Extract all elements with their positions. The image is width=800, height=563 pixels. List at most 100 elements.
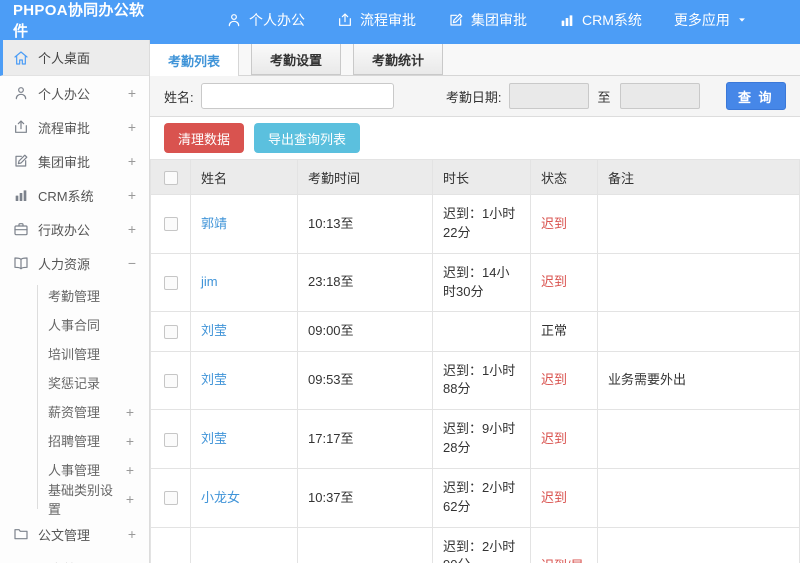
sidebar-item-label: 行政办公 [38,222,91,238]
sidebar-item[interactable]: 人力资源 − [0,246,149,280]
sidebar-item-label: CRM系统 [38,188,94,204]
row-checkbox[interactable] [163,217,178,232]
row-checkbox-cell [150,409,191,469]
sidebar-subitem-label: 奖惩记录 [48,376,101,391]
briefcase-icon [13,221,29,237]
clear-data-button[interactable]: 清理数据 [164,123,245,153]
flow-icon [337,12,353,28]
status-cell: 迟到 [530,252,598,313]
sidebar-item-label: 人力资源 [38,256,91,272]
nav-item[interactable]: 流程审批 [337,10,416,30]
row-checkbox-cell [150,311,191,352]
sidebar-subitem[interactable]: 招聘管理 + [0,426,149,455]
time-cell: 09:00至 [297,311,433,352]
expand-toggle[interactable]: + [128,526,136,542]
attendance-table: 姓名 考勤时间 时长 状态 备注 郭靖 10:13至 迟到：1小时22分 迟到 jim 2… [150,159,800,563]
expand-toggle[interactable]: + [128,119,136,135]
expand-toggle[interactable]: + [126,404,134,420]
table-row: 刘莹 09:00至 正常 [150,311,800,352]
expand-toggle[interactable]: + [128,187,136,203]
sidebar-subitem[interactable]: 人事合同 [0,310,149,339]
expand-toggle[interactable]: + [126,491,134,507]
row-checkbox[interactable] [163,491,178,506]
sidebar-subitem[interactable]: 基础类别设置 + [0,483,149,517]
query-button[interactable]: 查 询 [725,82,786,110]
sidebar-item-label: 个人桌面 [38,51,91,66]
remark-cell [597,409,800,469]
sidebar-subitem[interactable]: 考勤管理 [0,281,149,310]
name-cell: 刘莹 [190,350,298,411]
expand-toggle[interactable]: − [128,255,136,271]
nav-item[interactable]: 更多应用 [674,10,747,30]
expand-toggle[interactable]: + [128,221,136,237]
tab-1[interactable]: 考勤列表 [150,44,240,76]
name-link[interactable]: 刘莹 [201,372,227,387]
sidebar-item-label: 流程审批 [38,120,91,136]
name-link[interactable]: 刘莹 [201,431,227,446]
name-link[interactable]: jim [201,274,218,289]
sidebar-item[interactable]: 流程审批 + [0,110,149,144]
sidebar-subitem[interactable]: 奖惩记录 [0,368,149,397]
row-checkbox[interactable] [163,373,178,388]
table-row: 郭靖 10:13至 迟到：1小时22分 迟到 [150,194,800,254]
name-link[interactable]: 刘莹 [201,323,227,338]
time-cell: 10:54至10:54 [297,526,433,563]
expand-toggle[interactable]: + [126,462,134,478]
nav-item[interactable]: 个人办公 [226,10,305,30]
status-cell: 迟到 [530,409,598,469]
duration-cell [432,311,531,352]
select-all-checkbox[interactable] [163,170,178,185]
row-checkbox[interactable] [163,276,178,290]
name-cell: 管理员 [190,526,298,563]
remark-cell [597,252,800,313]
status-cell: 迟到 [530,350,598,411]
name-field-label: 姓名: [164,89,194,105]
row-checkbox[interactable] [163,432,178,447]
name-link[interactable]: 小龙女 [201,490,240,505]
name-cell: jim [190,252,298,313]
flow-icon [13,119,29,135]
sidebar-subitem[interactable]: 培训管理 [0,339,149,368]
status-cell: 迟到/早退 [530,526,598,563]
date-to-label: 至 [597,89,611,105]
nav-item-label: 个人办公 [249,12,305,28]
sidebar-item[interactable]: 行政办公 + [0,212,149,246]
remark-cell: 1111 [597,526,800,563]
table-body: 郭靖 10:13至 迟到：1小时22分 迟到 jim 23:18至 迟到：14小时30分 迟到… [150,194,800,563]
sidebar-item-label: 公文管理 [38,527,91,543]
date-to-input[interactable] [619,83,700,109]
sidebar-subitem-label: 人事管理 [48,463,101,478]
name-input[interactable] [200,83,394,109]
remark-cell [597,467,800,528]
date-from-input[interactable] [508,83,589,109]
sidebar-item[interactable]: 个人办公 + [0,76,149,110]
name-cell: 刘莹 [190,311,298,352]
export-list-button[interactable]: 导出查询列表 [254,123,361,153]
sidebar-item[interactable]: CRM系统 + [0,178,149,212]
remark-cell [597,194,800,254]
tab-3[interactable]: 考勤统计 [353,44,444,75]
sidebar-item[interactable]: 公文管理 + [0,517,149,551]
header-remark: 备注 [597,159,800,195]
sidebar-item[interactable]: 用车管理+ [0,551,149,563]
status-cell: 正常 [530,311,598,352]
table-header-row: 姓名 考勤时间 时长 状态 备注 [150,159,800,195]
expand-toggle[interactable]: + [128,85,136,101]
row-checkbox-cell [150,194,191,254]
sidebar-item[interactable]: 个人桌面 [0,40,149,76]
name-link[interactable]: 郭靖 [201,216,227,231]
nav-item[interactable]: 集团审批 [448,10,527,30]
expand-toggle[interactable]: + [126,433,134,449]
time-cell: 10:37至 [297,467,433,528]
nav-item[interactable]: CRM系统 [559,10,642,30]
sidebar-item[interactable]: 集团审批 + [0,144,149,178]
tab-2[interactable]: 考勤设置 [251,44,342,75]
table-row: jim 23:18至 迟到：14小时30分 迟到 [150,252,800,313]
remark-cell: 业务需要外出 [597,350,800,411]
duration-cell: 迟到：2小时62分 [432,467,531,528]
expand-toggle[interactable]: + [128,153,136,169]
search-form: 姓名: 考勤日期: 至 查 询 [150,76,800,117]
row-checkbox[interactable] [163,324,178,339]
sidebar-subitem-label: 培训管理 [48,347,101,362]
sidebar-subitem[interactable]: 薪资管理 + [0,397,149,426]
